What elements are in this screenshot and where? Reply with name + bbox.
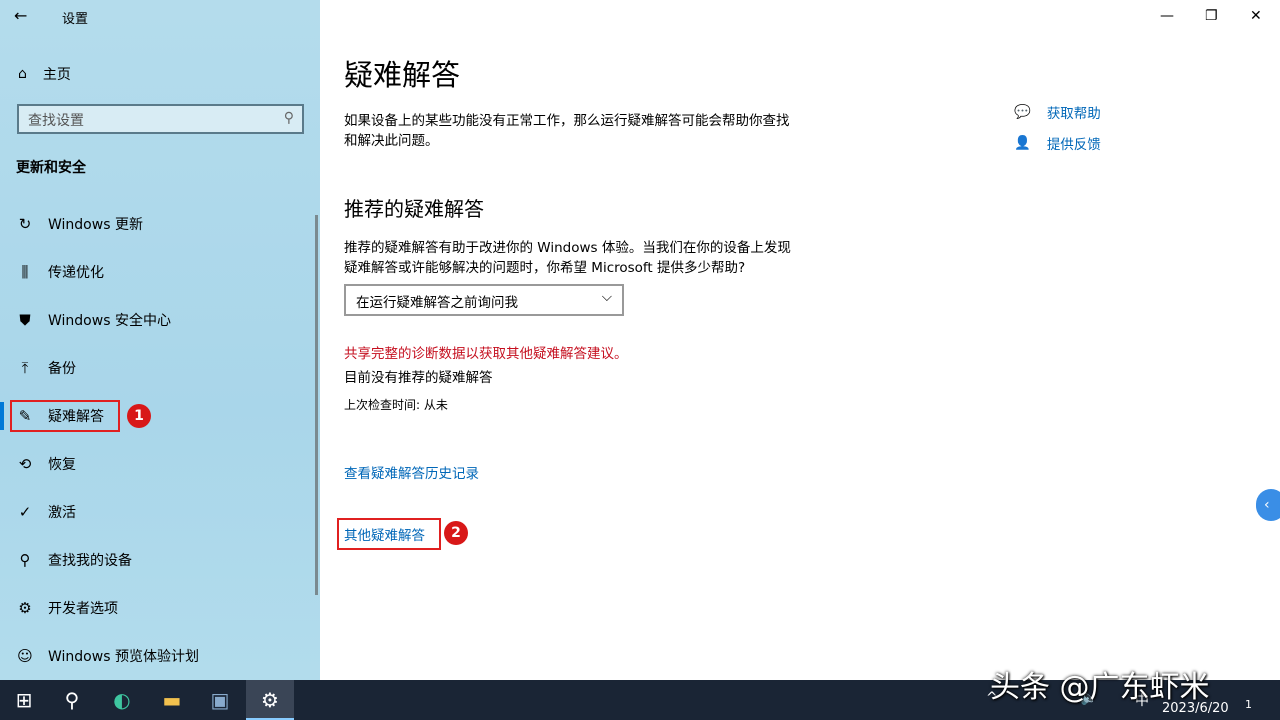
sidebar-item-icon: ⚲	[16, 551, 34, 569]
section-heading: 更新和安全	[16, 157, 86, 177]
search-input[interactable]: 查找设置 ⚲	[17, 104, 304, 134]
close-button[interactable]: ✕	[1250, 8, 1262, 24]
get-help-link[interactable]: 💬 获取帮助	[1014, 102, 1101, 122]
annotation-box-1	[10, 400, 120, 432]
sidebar-item-label: 备份	[48, 358, 76, 378]
sidebar-item[interactable]: ✓ 激活	[0, 492, 320, 532]
chat-icon: 💬	[1014, 104, 1031, 120]
sidebar-item-icon: ⚙	[16, 599, 34, 617]
sidebar-item[interactable]: ⫼ 传递优化	[0, 252, 320, 292]
sidebar-item[interactable]: ⟲ 恢复	[0, 444, 320, 484]
last-check-text: 上次检查时间: 从未	[344, 396, 448, 413]
sidebar-item-icon: ⫼	[16, 263, 34, 281]
annotation-badge-1: 1	[127, 404, 151, 428]
sidebar-item[interactable]: ⛊ Windows 安全中心	[0, 300, 320, 340]
start-button[interactable]: ⊞	[0, 680, 48, 720]
feedback-label: 提供反馈	[1047, 133, 1101, 153]
page-title: 疑难解答	[344, 52, 460, 94]
sidebar-item-label: Windows 更新	[48, 214, 143, 234]
sidebar-item[interactable]: ⚙ 开发者选项	[0, 588, 320, 628]
annotation-badge-2: 2	[444, 521, 468, 545]
recommended-heading: 推荐的疑难解答	[344, 193, 484, 222]
dropdown-value: 在运行疑难解答之前询问我	[356, 295, 518, 311]
store-button[interactable]: ▣	[196, 680, 244, 720]
person-icon: 👤	[1014, 135, 1031, 151]
sidebar-item-label: 查找我的设备	[48, 550, 132, 570]
search-placeholder: 查找设置	[28, 113, 84, 129]
chevron-left-icon: ‹	[1264, 497, 1270, 513]
sidebar-item-label: Windows 预览体验计划	[48, 646, 199, 666]
sidebar-item-icon: ⤒	[16, 359, 34, 377]
notification-count[interactable]: 1	[1245, 698, 1252, 711]
get-help-label: 获取帮助	[1047, 102, 1101, 122]
settings-taskbar-button[interactable]: ⚙	[246, 680, 294, 720]
feedback-link[interactable]: 👤 提供反馈	[1014, 133, 1101, 153]
troubleshoot-preference-dropdown[interactable]: 在运行疑难解答之前询问我 ⌵	[344, 284, 624, 316]
scrollbar[interactable]	[315, 215, 318, 595]
search-button[interactable]: ⚲	[48, 680, 96, 720]
home-label: 主页	[43, 64, 71, 84]
history-link[interactable]: 查看疑难解答历史记录	[344, 462, 479, 482]
edge-icon: ◐	[113, 688, 130, 712]
windows-icon: ⊞	[16, 688, 33, 712]
folder-icon: ▬	[163, 688, 182, 712]
search-icon: ⚲	[65, 688, 80, 712]
explorer-button[interactable]: ▬	[148, 680, 196, 720]
back-button[interactable]: ←	[14, 6, 27, 25]
diag-data-link[interactable]: 共享完整的诊断数据以获取其他疑难解答建议。	[344, 344, 628, 364]
sidebar-item-icon: ⟲	[16, 455, 34, 473]
no-recommended-text: 目前没有推荐的疑难解答	[344, 368, 493, 388]
chevron-down-icon: ⌵	[602, 289, 612, 305]
search-icon: ⚲	[284, 110, 294, 126]
sidebar-item-label: Windows 安全中心	[48, 310, 171, 330]
sidebar-item-icon: ✓	[16, 503, 34, 521]
minimize-button[interactable]: —	[1160, 8, 1174, 24]
sidebar-item-label: 传递优化	[48, 262, 104, 282]
sidebar-item[interactable]: ↻ Windows 更新	[0, 204, 320, 244]
sidebar-item[interactable]: ⚲ 查找我的设备	[0, 540, 320, 580]
sidebar: ← 设置 ⌂ 主页 查找设置 ⚲ 更新和安全 ↻ Windows 更新 ⫼ 传递优化 ⛊ Wi…	[0, 0, 320, 680]
sidebar-item-icon: ⛊	[16, 311, 34, 329]
gear-icon: ⚙	[261, 688, 279, 712]
side-panel-toggle[interactable]: ‹	[1256, 489, 1280, 521]
sidebar-item[interactable]: ⤒ 备份	[0, 348, 320, 388]
edge-button[interactable]: ◐	[98, 680, 146, 720]
intro-text: 如果设备上的某些功能没有正常工作，那么运行疑难解答可能会帮助你查找和解决此问题。	[344, 111, 799, 151]
app-title: 设置	[62, 8, 88, 27]
sidebar-item-icon: ☺	[16, 647, 34, 665]
watermark: 头条 @广东虾米	[990, 662, 1210, 706]
annotation-box-2	[337, 518, 441, 550]
sidebar-home[interactable]: ⌂ 主页	[18, 64, 71, 84]
sidebar-item-label: 开发者选项	[48, 598, 118, 618]
home-icon: ⌂	[18, 66, 27, 82]
restore-button[interactable]: ❐	[1205, 8, 1218, 24]
sidebar-item-icon: ↻	[16, 215, 34, 233]
recommended-desc: 推荐的疑难解答有助于改进你的 Windows 体验。当我们在你的设备上发现疑难解…	[344, 238, 794, 278]
sidebar-item[interactable]: ☺ Windows 预览体验计划	[0, 636, 320, 676]
sidebar-item-label: 恢复	[48, 454, 76, 474]
store-icon: ▣	[211, 688, 230, 712]
sidebar-item-label: 激活	[48, 502, 76, 522]
